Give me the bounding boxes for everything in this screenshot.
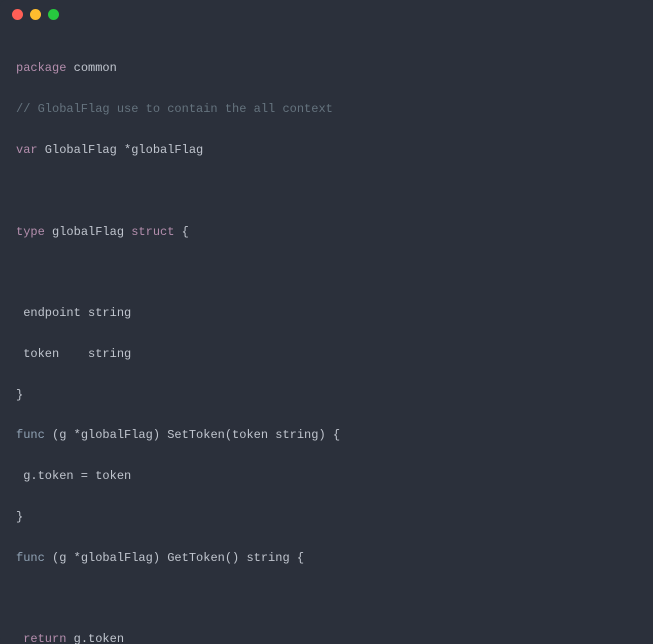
minimize-icon[interactable] (30, 9, 41, 20)
keyword-type: type (16, 225, 45, 239)
text: globalFlag (45, 225, 131, 239)
code-block: package common // GlobalFlag use to cont… (0, 28, 653, 644)
keyword-package: package (16, 61, 66, 75)
text: (g *globalFlag) GetToken() string { (45, 551, 304, 565)
code-line: } (16, 507, 637, 527)
keyword-func: func (16, 428, 45, 442)
maximize-icon[interactable] (48, 9, 59, 20)
keyword-return: return (23, 632, 66, 644)
code-line: var GlobalFlag *globalFlag (16, 140, 637, 160)
blank-line (16, 181, 637, 201)
code-line: g.token = token (16, 466, 637, 486)
code-line: package common (16, 58, 637, 78)
text: g.token (66, 632, 124, 644)
code-line: func (g *globalFlag) SetToken(token stri… (16, 425, 637, 445)
window-titlebar (0, 0, 653, 28)
blank-line (16, 589, 637, 609)
code-line: return g.token (16, 629, 637, 644)
code-line: type globalFlag struct { (16, 222, 637, 242)
code-window: package common // GlobalFlag use to cont… (0, 0, 653, 644)
text: { (174, 225, 188, 239)
keyword-func: func (16, 551, 45, 565)
close-icon[interactable] (12, 9, 23, 20)
text: GlobalFlag *globalFlag (38, 143, 204, 157)
code-line: func (g *globalFlag) GetToken() string { (16, 548, 637, 568)
text: (g *globalFlag) SetToken(token string) { (45, 428, 340, 442)
code-line: endpoint string (16, 303, 637, 323)
keyword-var: var (16, 143, 38, 157)
blank-line (16, 262, 637, 282)
code-line: token string (16, 344, 637, 364)
code-line: } (16, 385, 637, 405)
keyword-struct: struct (131, 225, 174, 239)
text: common (66, 61, 116, 75)
code-comment: // GlobalFlag use to contain the all con… (16, 99, 637, 119)
